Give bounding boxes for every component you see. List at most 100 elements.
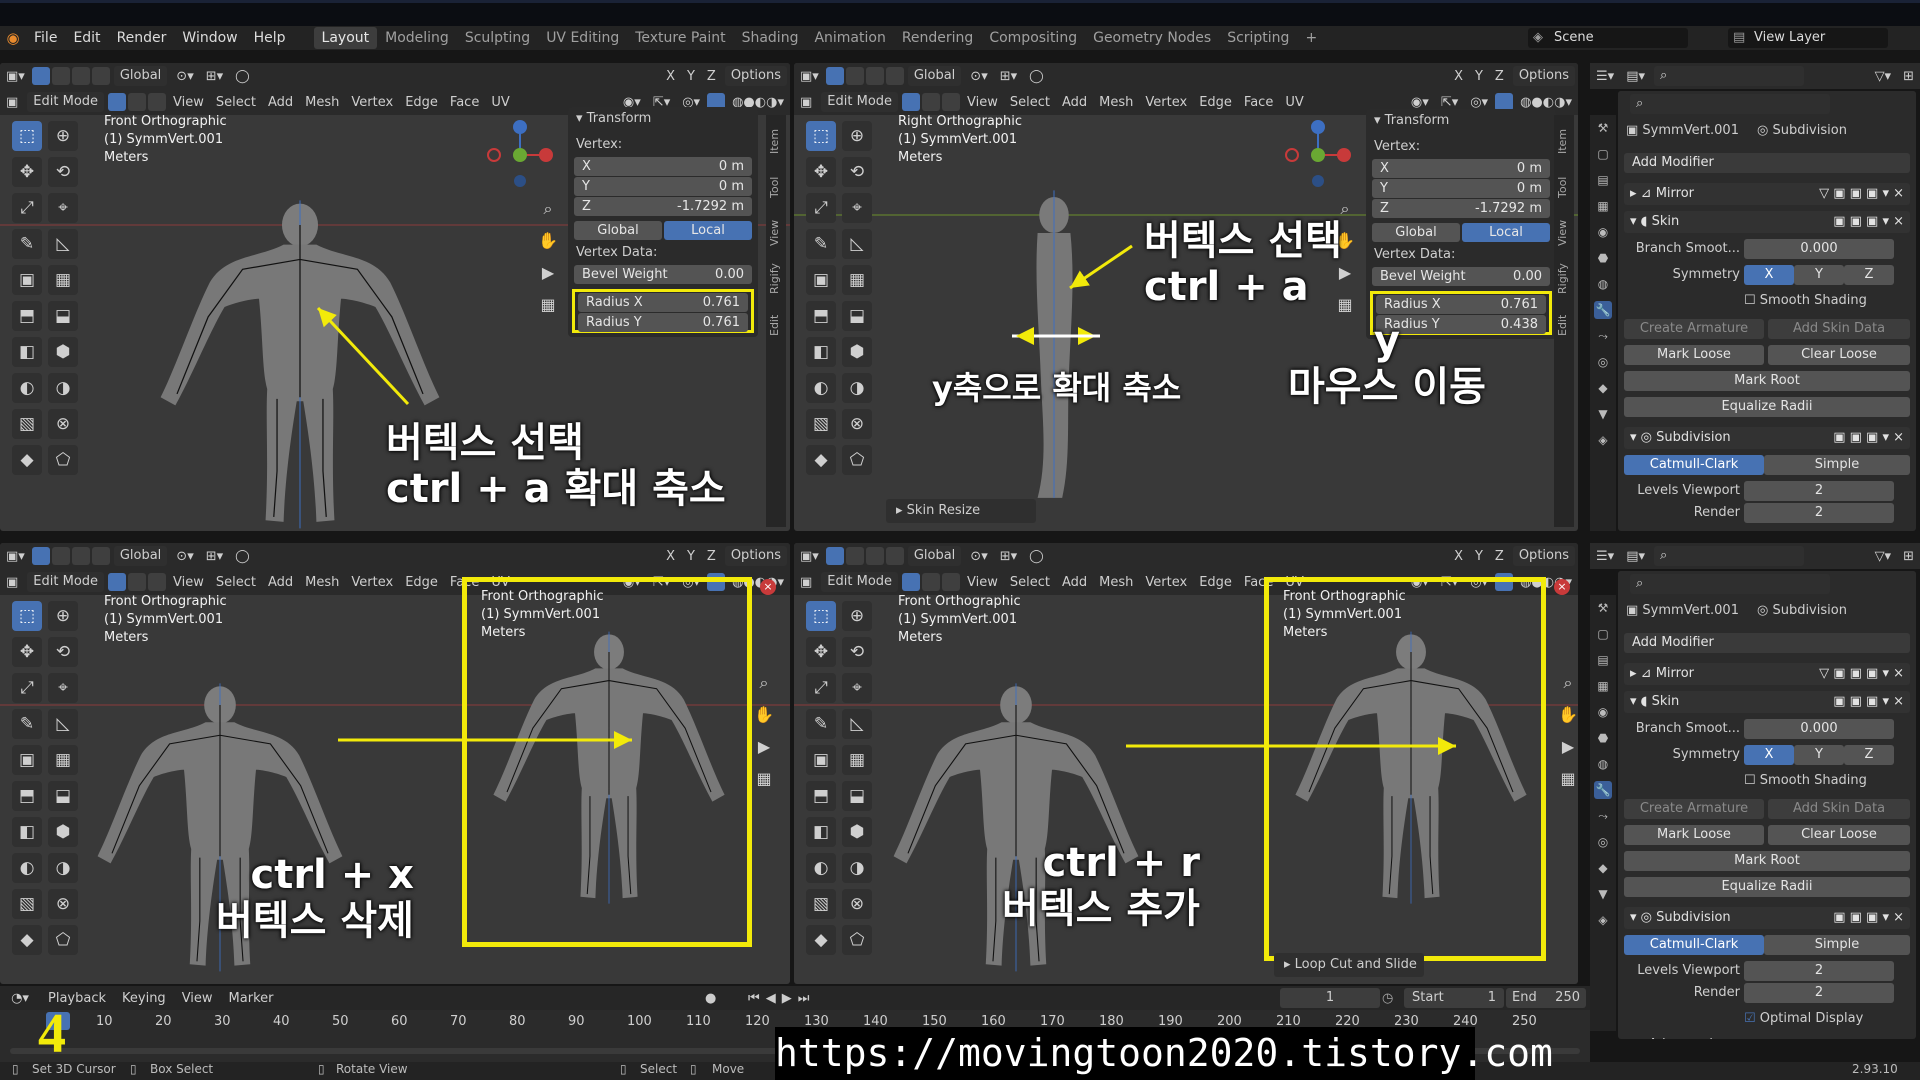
catmull-clark-toggle[interactable]: Catmull-Clark — [1624, 455, 1764, 475]
viewport-menu-face[interactable]: Face — [1238, 95, 1279, 110]
symmetry-y-toggle[interactable]: Y — [1794, 745, 1844, 765]
select-extend-icon[interactable] — [51, 67, 70, 85]
pivot-icon[interactable]: ⊙▾ — [170, 69, 199, 84]
modifier-controls-icon[interactable]: ▣ ▣ ▣ ▾ × — [1833, 907, 1904, 929]
add-modifier-button[interactable]: Add Modifier — [1624, 633, 1910, 653]
mode-dropdown[interactable]: Edit Mode — [27, 572, 105, 592]
viewport-menu-vertex[interactable]: Vertex — [1139, 95, 1193, 110]
proportional-edit-icon[interactable]: ◯ — [229, 549, 256, 564]
tab-uv-editing[interactable]: UV Editing — [538, 27, 627, 49]
tool-button-16[interactable]: ◑ — [842, 853, 872, 883]
viewport-menu-mesh[interactable]: Mesh — [1093, 575, 1139, 590]
editor-type-icon[interactable]: ▣▾ — [0, 549, 31, 564]
tool-button-14[interactable]: ⬢ — [48, 337, 78, 367]
properties-tab-icon-12[interactable]: ▼ — [1594, 885, 1612, 903]
modifier-controls-icon[interactable]: ▽ ▣ ▣ ▣ ▾ × — [1819, 663, 1904, 685]
tab-scripting[interactable]: Scripting — [1219, 27, 1297, 49]
tool-button-1[interactable]: ⬚ — [806, 601, 836, 631]
viewport-menu-vertex[interactable]: Vertex — [345, 95, 399, 110]
zoom-icon[interactable]: ⌕ — [1556, 671, 1578, 695]
mirror-axis-y[interactable]: Y — [681, 69, 701, 84]
tool-button-14[interactable]: ⬢ — [842, 337, 872, 367]
branch-smoothing-field[interactable]: 0.000 — [1744, 239, 1894, 259]
editor-type-icon[interactable]: ◔▾ — [0, 991, 40, 1006]
smooth-shading-checkbox[interactable]: ☐ Smooth Shading — [1744, 773, 1867, 788]
render-levels-field[interactable]: 2 — [1744, 503, 1894, 523]
shading-modes-icon[interactable]: ◍●◐◑▾ — [1514, 95, 1578, 110]
mode-icon[interactable]: ▣ — [0, 95, 24, 110]
mode-dropdown[interactable]: Edit Mode — [27, 92, 105, 112]
viewport-menu-edge[interactable]: Edge — [399, 575, 444, 590]
sidebar-tab-view[interactable]: View — [1556, 213, 1572, 253]
tool-button-1[interactable]: ⬚ — [806, 121, 836, 151]
symmetry-y-toggle[interactable]: Y — [1794, 265, 1844, 285]
tool-button-16[interactable]: ◑ — [48, 853, 78, 883]
tab-rendering[interactable]: Rendering — [894, 27, 982, 49]
tool-button-1[interactable]: ⬚ — [12, 121, 42, 151]
mirror-axis-z[interactable]: Z — [1489, 69, 1510, 84]
navigation-gizmo[interactable] — [480, 115, 560, 195]
viewport-menu-select[interactable]: Select — [210, 575, 262, 590]
tool-button-13[interactable]: ◧ — [12, 337, 42, 367]
select-extend-icon[interactable] — [51, 547, 70, 565]
tool-button-8[interactable]: ◺ — [842, 709, 872, 739]
viewport-menu-edge[interactable]: Edge — [1193, 575, 1238, 590]
vertex-select-icon[interactable] — [902, 573, 921, 591]
mirror-axis-y[interactable]: Y — [1469, 549, 1489, 564]
tool-button-6[interactable]: ⌖ — [842, 193, 872, 223]
sidebar-tab-tool[interactable]: Tool — [1556, 167, 1572, 207]
mode-icon[interactable]: ▣ — [794, 575, 818, 590]
orientation-dropdown[interactable]: Global — [907, 546, 962, 566]
tool-button-10[interactable]: ▦ — [842, 265, 872, 295]
tool-button-8[interactable]: ◺ — [48, 229, 78, 259]
editor-type-icon[interactable]: ▣▾ — [794, 549, 825, 564]
select-invert-icon[interactable] — [91, 547, 110, 565]
skin-modifier-header[interactable]: ▾ ◖ Skin ▣ ▣ ▣ ▾ × — [1624, 691, 1910, 713]
edge-select-icon[interactable] — [128, 93, 147, 111]
proportional-edit-icon[interactable]: ◯ — [1023, 549, 1050, 564]
sidebar-tab-rigify[interactable]: Rigify — [768, 259, 784, 299]
mirror-axis-y[interactable]: Y — [1469, 69, 1489, 84]
equalize-radii-button[interactable]: Equalize Radii — [1624, 397, 1910, 417]
mirror-axis-z[interactable]: Z — [701, 549, 722, 564]
mirror-axis-z[interactable]: Z — [701, 69, 722, 84]
mirror-axis-x[interactable]: X — [1448, 549, 1469, 564]
current-frame-field[interactable]: 1 — [1280, 988, 1380, 1008]
proportional-edit-icon[interactable]: ◯ — [229, 69, 256, 84]
viewport-menu-vertex[interactable]: Vertex — [345, 575, 399, 590]
display-mode-icon[interactable]: ▤▾ — [1620, 549, 1651, 564]
face-select-icon[interactable] — [148, 93, 167, 111]
tool-button-10[interactable]: ▦ — [48, 745, 78, 775]
radius-x-field[interactable]: Radius X 0.761 — [578, 293, 748, 312]
collapse-arrow-icon[interactable]: ▾ ◎ — [1624, 430, 1656, 445]
catmull-clark-toggle[interactable]: Catmull-Clark — [1624, 935, 1764, 955]
timeline-menu-keying[interactable]: Keying — [114, 991, 174, 1006]
properties-tab-icon-8[interactable]: 🔧 — [1594, 301, 1612, 319]
select-mode-icon[interactable] — [31, 67, 50, 85]
tool-button-9[interactable]: ▣ — [806, 745, 836, 775]
playback-controls-icon[interactable]: ⏮◀▶⏭ — [748, 991, 815, 1006]
tool-button-11[interactable]: ⬒ — [12, 301, 42, 331]
mark-root-button[interactable]: Mark Root — [1624, 371, 1910, 391]
viewport-menu-vertex[interactable]: Vertex — [1139, 575, 1193, 590]
viewport-menu-view[interactable]: View — [961, 95, 1004, 110]
create-armature-button[interactable]: Create Armature — [1624, 319, 1764, 339]
vertex-select-icon[interactable] — [108, 573, 127, 591]
subdivision-modifier-header[interactable]: ▾ ◎ Subdivision ▣ ▣ ▣ ▾ × — [1624, 427, 1910, 449]
clear-loose-button[interactable]: Clear Loose — [1768, 825, 1910, 845]
expand-arrow-icon[interactable]: ▸ ⊿ — [1624, 666, 1656, 681]
options-dropdown[interactable]: Options — [724, 546, 787, 566]
global-toggle[interactable]: Global — [1372, 223, 1460, 242]
orientation-dropdown[interactable]: Global — [113, 546, 168, 566]
checkbox-icon[interactable]: ☐ — [1744, 773, 1760, 788]
face-select-icon[interactable] — [148, 573, 167, 591]
properties-tab-icon-6[interactable]: ⬣ — [1594, 249, 1612, 267]
face-select-icon[interactable] — [942, 573, 961, 591]
properties-tab-icon-5[interactable]: ◉ — [1594, 703, 1612, 721]
mirror-axis-x[interactable]: X — [660, 69, 681, 84]
new-collection-icon[interactable]: ⊞ — [1897, 549, 1920, 564]
mark-loose-button[interactable]: Mark Loose — [1624, 825, 1764, 845]
sidebar-tab-edit[interactable]: Edit — [768, 305, 784, 345]
modifier-controls-icon[interactable]: ▣ ▣ ▣ ▾ × — [1833, 691, 1904, 713]
tool-button-7[interactable]: ✎ — [12, 709, 42, 739]
